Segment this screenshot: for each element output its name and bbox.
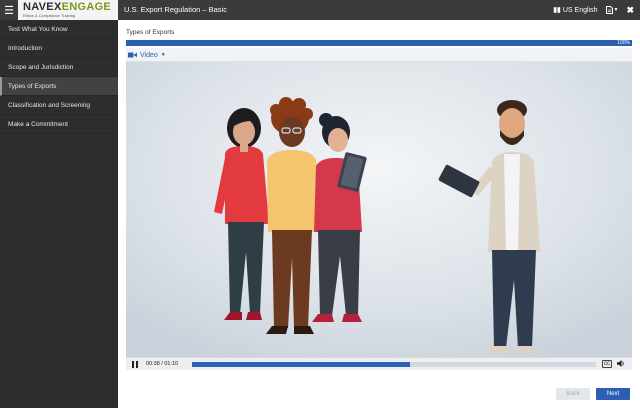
time-readout: 00:38 / 01:10 bbox=[146, 361, 179, 367]
back-button[interactable]: Back bbox=[556, 388, 590, 400]
top-bar: ☰ NAVEXENGAGE Ethics & Compliance Traini… bbox=[0, 0, 640, 20]
video-tab-bar: Video ▼ bbox=[126, 48, 632, 62]
language-selector[interactable]: US English bbox=[553, 6, 598, 14]
sidebar-item-introduction[interactable]: Introduction bbox=[0, 39, 118, 58]
sidebar-item-classification-and-screening[interactable]: Classification and Screening bbox=[0, 96, 118, 115]
video-controls: 00:38 / 01:10 cc bbox=[126, 357, 632, 370]
lesson-progress-fill bbox=[126, 40, 632, 46]
closed-captions-icon[interactable]: cc bbox=[602, 360, 612, 368]
close-icon[interactable]: ✖ bbox=[626, 5, 634, 16]
lesson-progress-bar: 100% bbox=[126, 40, 632, 46]
logo-tagline: Ethics & Compliance Training bbox=[23, 13, 76, 18]
sidebar-item-test-what-you-know[interactable]: Test What You Know bbox=[0, 20, 118, 39]
sidebar-item-scope-and-jurisdiction[interactable]: Scope and Jurisdiction bbox=[0, 58, 118, 77]
pause-icon bbox=[132, 360, 138, 368]
language-label: US English bbox=[562, 6, 598, 14]
pause-button[interactable] bbox=[126, 358, 144, 371]
globe-icon bbox=[553, 7, 561, 13]
main-content: Types of Exports 100% Video ▼ 00:38 / 01… bbox=[118, 20, 640, 408]
video-tab[interactable]: Video ▼ bbox=[128, 50, 166, 60]
video-frame bbox=[126, 62, 632, 368]
hamburger-icon[interactable]: ☰ bbox=[0, 0, 18, 20]
top-right-controls: US English ▼ ✖ bbox=[553, 0, 634, 20]
chevron-down-icon: ▼ bbox=[613, 7, 619, 13]
video-tab-label: Video bbox=[140, 51, 158, 59]
document-menu[interactable]: ▼ bbox=[605, 6, 619, 14]
video-camera-icon bbox=[128, 52, 137, 58]
seek-bar[interactable] bbox=[192, 361, 596, 367]
logo-engage-text: ENGAGE bbox=[61, 1, 112, 13]
video-player[interactable] bbox=[126, 62, 632, 368]
app-window: ☰ NAVEXENGAGE Ethics & Compliance Traini… bbox=[0, 0, 640, 408]
logo-navex-text: NAVEX bbox=[23, 1, 62, 13]
volume-icon[interactable] bbox=[617, 359, 625, 369]
logo: NAVEXENGAGE Ethics & Compliance Training bbox=[18, 0, 118, 20]
sidebar-item-make-a-commitment[interactable]: Make a Commitment bbox=[0, 115, 118, 134]
section-title: Types of Exports bbox=[126, 29, 175, 36]
lesson-progress-label: 100% bbox=[617, 40, 630, 46]
chevron-down-icon: ▼ bbox=[160, 52, 166, 58]
sidebar-item-types-of-exports[interactable]: Types of Exports bbox=[0, 77, 118, 96]
footer-nav: Back Next bbox=[118, 384, 640, 408]
document-icon bbox=[605, 6, 613, 14]
next-button[interactable]: Next bbox=[596, 388, 630, 400]
sidebar: Test What You Know Introduction Scope an… bbox=[0, 20, 118, 408]
seek-bar-fill bbox=[192, 361, 411, 367]
course-title: U.S. Export Regulation – Basic bbox=[124, 5, 227, 14]
